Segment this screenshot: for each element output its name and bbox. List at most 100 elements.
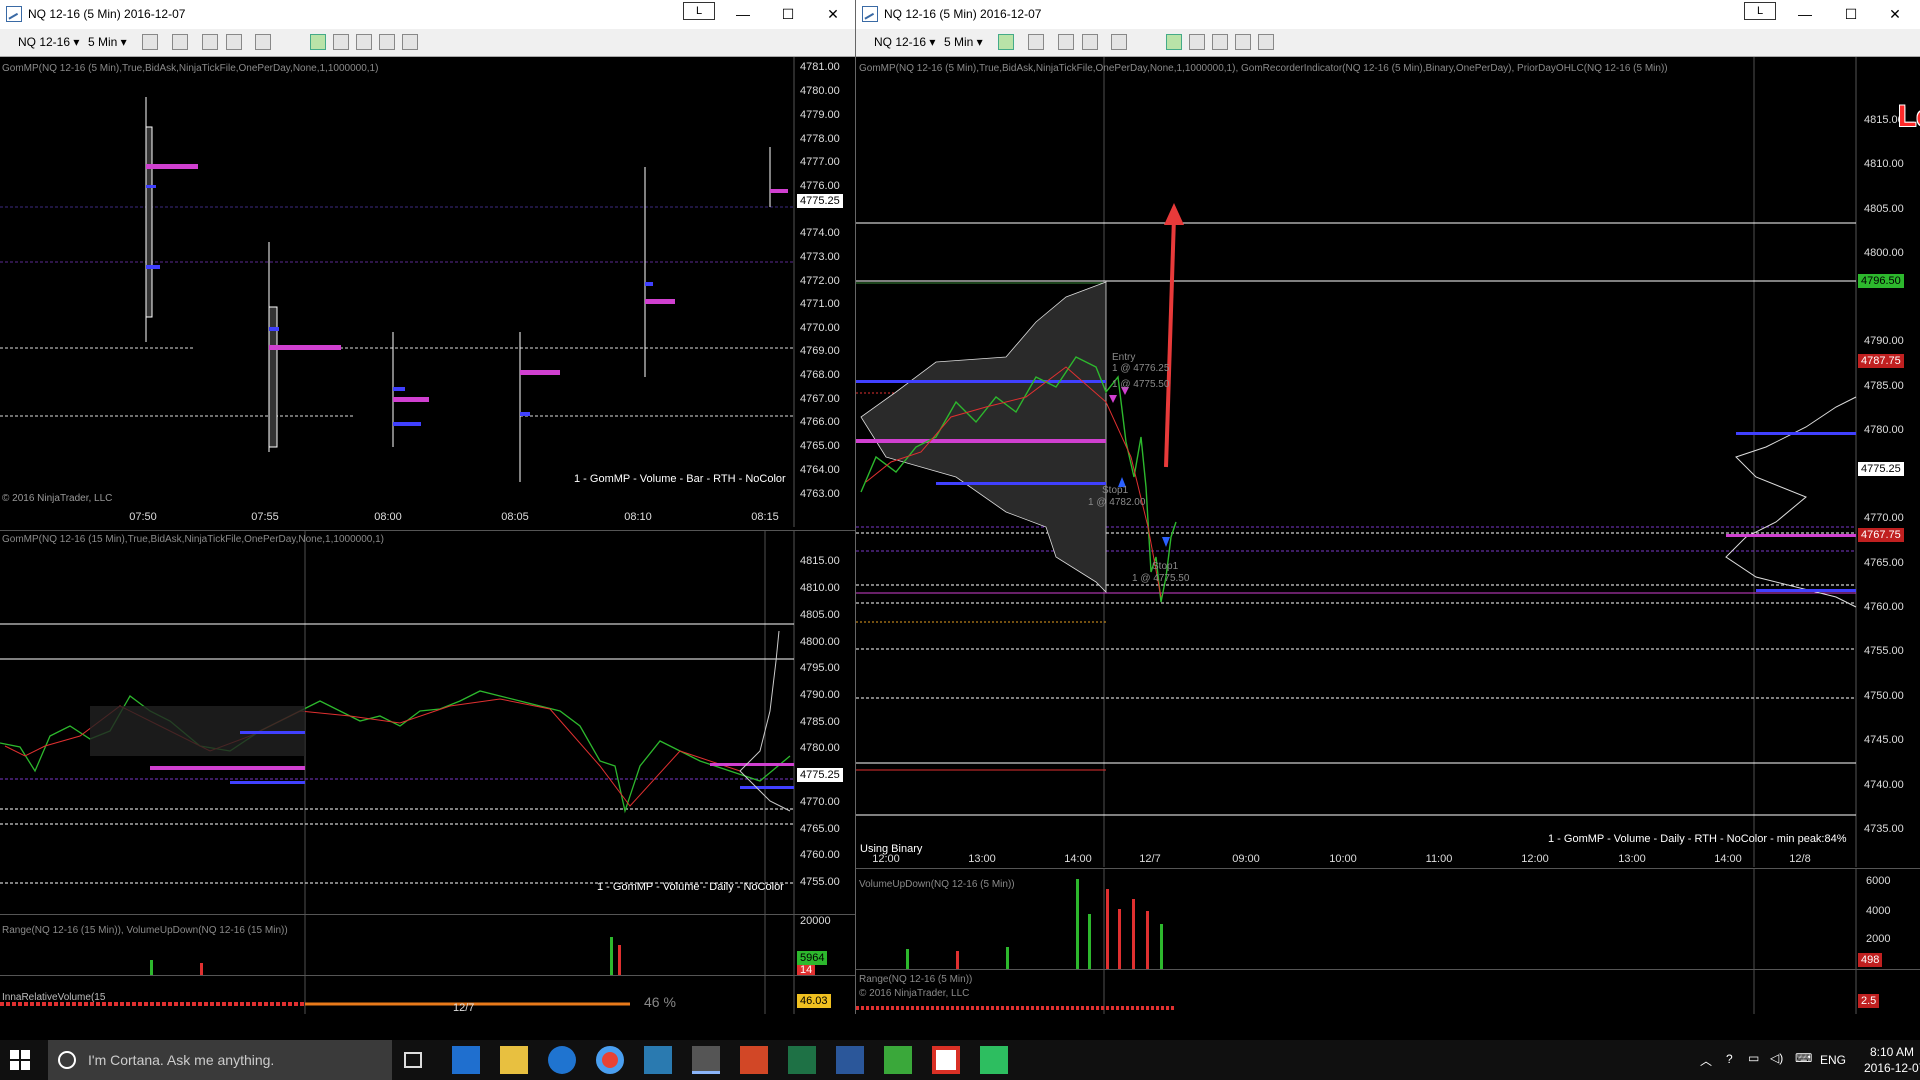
left-top-footer-caption: 1 - GomMP - Volume - Bar - RTH - NoColor [574,473,786,485]
right-time-label: 14:00 [1064,853,1092,865]
ninjatrader-icon[interactable] [692,1046,720,1074]
chart-properties-icon[interactable] [1212,34,1228,50]
word-icon[interactable] [836,1046,864,1074]
right-range-caption: Range(NQ 12-16 (5 Min)) [859,974,973,985]
right-title-bar[interactable]: NQ 12-16 (5 Min) 2016-12-07 L — ☐ ✕ [856,0,1920,29]
right-main-chart-panel[interactable]: 12:00 13:00 14:00 12/7 09:00 10:00 11:00… [856,57,1920,867]
left-instrument-selector[interactable]: NQ 12-16 ▾ [18,34,79,51]
upper-stop-order-label[interactable]: Stop1 [1102,485,1128,496]
windows-start-icon[interactable] [10,1050,30,1070]
right-time-label: 11:00 [1426,853,1453,865]
right-volume-axis-label: 6000 [1866,875,1891,887]
data-box-icon[interactable] [333,34,349,50]
left-lock-button[interactable]: L [683,2,715,20]
left-toolbar: NQ 12-16 ▾ 5 Min ▾ [0,29,855,57]
eraser-icon[interactable] [1082,34,1098,50]
right-window-title: NQ 12-16 (5 Min) 2016-12-07 [884,7,1042,21]
entry-order-label[interactable]: Entry [1112,352,1135,363]
chrome-icon[interactable] [596,1046,624,1074]
tray-language[interactable]: ENG [1820,1053,1846,1067]
evernote-icon[interactable] [980,1046,1008,1074]
left-range-panel[interactable]: Range(NQ 12-16 (15 Min)), VolumeUpDown(N… [0,914,855,975]
right-price-label: 4785.00 [1864,380,1904,392]
chart-properties-icon[interactable] [356,34,372,50]
powerpoint-icon[interactable] [740,1046,768,1074]
cortana-search-box[interactable]: I'm Cortana. Ask me anything. [48,1040,392,1080]
tray-network-icon[interactable]: ▭ [1748,1051,1759,1065]
left-title-bar[interactable]: NQ 12-16 (5 Min) 2016-12-07 L — ☐ ✕ [0,0,855,29]
save-icon[interactable] [1235,34,1251,50]
outlook-icon[interactable] [452,1046,480,1074]
right-volume-axis-label: 4000 [1866,905,1891,917]
excel-icon[interactable] [788,1046,816,1074]
left-top-chart-panel[interactable]: 07:50 07:55 08:00 08:05 08:10 08:15 GomM… [0,57,855,527]
right-range-value-tag: 2.5 [1858,994,1880,1008]
tray-clock-date[interactable]: 2016-12-07 [1864,1061,1920,1075]
save-icon[interactable] [379,34,395,50]
left-mid-footer-caption: 1 - GomMP - Volume - Daily - NoColor [597,881,784,893]
lower-stop-order-label[interactable]: Stop1 [1152,561,1178,572]
properties-icon[interactable] [1258,34,1274,50]
right-price-label: 4790.00 [1864,335,1904,347]
right-lock-button[interactable]: L [1744,2,1776,20]
left-top-price-label: 4767.00 [800,393,840,405]
bars-icon[interactable] [1166,34,1182,50]
left-bottom-caption: InnaRelativeVolume(15 [2,992,106,1003]
left-interval-selector[interactable]: 5 Min ▾ [88,34,127,51]
left-mid-price-label: 4770.00 [800,796,840,808]
right-close-button[interactable]: ✕ [1872,0,1918,29]
gmail-icon[interactable] [932,1046,960,1074]
eraser-icon[interactable] [226,34,242,50]
candlestick-icon[interactable] [998,34,1014,50]
file-explorer-icon[interactable] [500,1046,528,1074]
right-volume-panel[interactable]: VolumeUpDown(NQ 12-16 (5 Min)) 6000 4000… [856,868,1920,969]
left-mid-price-label: 4815.00 [800,555,840,567]
drawing-tools-icon[interactable] [202,34,218,50]
left-top-price-label: 4770.00 [800,322,840,334]
tray-volume-icon[interactable]: ◁) [1770,1051,1783,1065]
tray-clock-time[interactable]: 8:10 AM [1870,1045,1914,1059]
drawing-pencil-icon[interactable] [1028,34,1044,50]
annotation-lowered-stop-filled: Lowered stop filled [1898,100,1920,133]
right-minimize-button[interactable]: — [1782,0,1828,29]
left-close-button[interactable]: ✕ [810,0,855,29]
drawing-tools-icon[interactable] [1058,34,1074,50]
tray-chevron-icon[interactable]: ︿ [1700,1052,1712,1069]
cortana-search-placeholder: I'm Cortana. Ask me anything. [88,1052,275,1068]
properties-icon[interactable] [402,34,418,50]
right-time-label: 09:00 [1232,853,1260,865]
bars-icon[interactable] [310,34,326,50]
right-maximize-button[interactable]: ☐ [1828,0,1874,29]
right-price-label: 4810.00 [1864,158,1904,170]
left-mid-price-chart [0,531,795,914]
tray-keyboard-icon[interactable]: ⌨ [1795,1051,1812,1065]
left-bottom-panel[interactable]: InnaRelativeVolume(15 46 % 46.03 12/7 [0,975,855,1014]
zoom-icon[interactable] [1111,34,1127,50]
right-price-label: 4735.00 [1864,823,1904,835]
right-range-panel[interactable]: Range(NQ 12-16 (5 Min)) © 2016 NinjaTrad… [856,969,1920,1014]
left-mid-price-label: 4780.00 [800,742,840,754]
edge-icon[interactable] [548,1046,576,1074]
left-maximize-button[interactable]: ☐ [765,0,811,29]
left-top-price-label: 4777.00 [800,156,840,168]
left-top-time-label: 08:10 [624,511,652,523]
left-mid-chart-panel[interactable]: GomMP(NQ 12-16 (15 Min),True,BidAsk,Ninj… [0,530,855,914]
zoom-icon[interactable] [255,34,271,50]
right-interval-selector[interactable]: 5 Min ▾ [944,34,983,51]
tws-icon[interactable] [644,1046,672,1074]
right-price-label: 4755.00 [1864,645,1904,657]
left-range-red-tag: 14 [797,965,816,975]
line-style-icon[interactable] [142,34,158,50]
camtasia-icon[interactable] [884,1046,912,1074]
right-price-label: 4750.00 [1864,690,1904,702]
tray-help-icon[interactable]: ? [1726,1052,1733,1066]
right-price-label: 4780.00 [1864,424,1904,436]
task-view-icon[interactable] [404,1052,422,1068]
drawing-pencil-icon[interactable] [172,34,188,50]
data-box-icon[interactable] [1189,34,1205,50]
right-instrument-selector[interactable]: NQ 12-16 ▾ [874,34,935,51]
right-price-label: 4800.00 [1864,247,1904,259]
right-time-label: 12/8 [1789,853,1810,865]
chart-app-icon [6,6,22,22]
left-minimize-button[interactable]: — [720,0,766,29]
